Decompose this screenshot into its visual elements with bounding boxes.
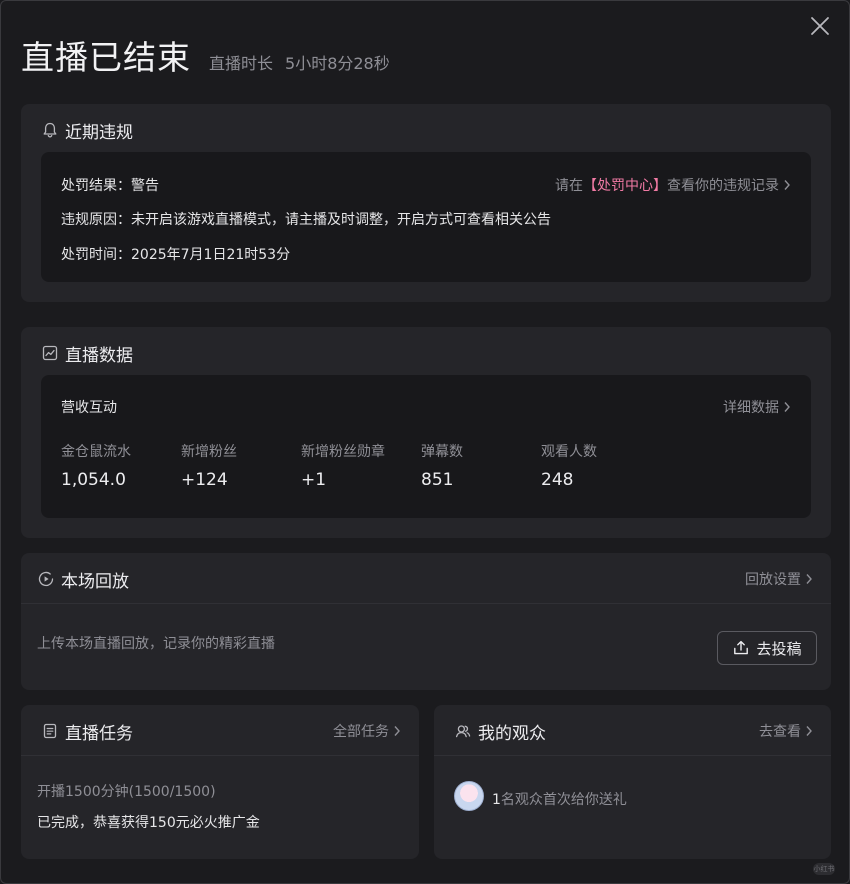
gift-count: 1 xyxy=(492,792,501,808)
all-tasks-text: 全部任务 xyxy=(333,724,389,740)
detail-data-link[interactable]: 详细数据 xyxy=(723,397,791,417)
revenue-box: 营收互动 详细数据 金仓鼠流水 1,054.0 新增粉丝 +124 新增粉丝勋章… xyxy=(41,375,811,518)
close-icon xyxy=(811,17,829,35)
audience-header: 我的观众 xyxy=(454,719,546,744)
task-name: 开播1500分钟(1500/1500) xyxy=(37,784,216,800)
divider xyxy=(21,755,419,756)
dialog-header: 直播已结束 直播时长 5小时8分28秒 xyxy=(21,31,390,81)
stat-value-fan-medals: +1 xyxy=(301,470,327,490)
stat-value-new-fans: +124 xyxy=(181,470,228,490)
stat-value-danmaku: 851 xyxy=(421,470,454,490)
replay-settings-link[interactable]: 回放设置 xyxy=(745,567,813,591)
gift-notice: 1名观众首次给你送礼 xyxy=(492,789,627,809)
audience-card: 我的观众 去查看 1名观众首次给你送礼 xyxy=(434,705,831,859)
duration-value: 5小时8分28秒 xyxy=(285,54,390,73)
tasks-card: 直播任务 全部任务 开播1500分钟(1500/1500) 已完成，恭喜获得15… xyxy=(21,705,419,859)
live-data-title: 直播数据 xyxy=(65,345,133,366)
tasks-header: 直播任务 xyxy=(41,719,133,744)
view-audience-text: 去查看 xyxy=(759,724,801,740)
stat-label-revenue: 金仓鼠流水 xyxy=(61,444,131,460)
link-prefix: 请在 xyxy=(555,178,583,194)
live-ended-dialog: 直播已结束 直播时长 5小时8分28秒 近期违规 处罚结果：警告 请在 【处罚中… xyxy=(0,0,850,884)
avatar[interactable] xyxy=(454,781,484,811)
stat-value-revenue: 1,054.0 xyxy=(61,470,126,490)
audience-title: 我的观众 xyxy=(478,723,546,744)
chevron-right-icon xyxy=(805,725,813,737)
penalty-center-text: 【处罚中心】 xyxy=(583,178,667,194)
upload-icon xyxy=(734,640,749,655)
watermark: 小红书 xyxy=(813,863,835,875)
divider xyxy=(21,603,831,604)
page-title: 直播已结束 xyxy=(21,38,191,77)
stat-label-viewers: 观看人数 xyxy=(541,444,597,460)
play-circle-icon xyxy=(37,570,55,588)
chart-icon xyxy=(41,344,59,362)
users-icon xyxy=(454,722,472,740)
bell-icon xyxy=(41,121,59,139)
replay-description: 上传本场直播回放，记录你的精彩直播 xyxy=(37,636,275,652)
stat-label-new-fans: 新增粉丝 xyxy=(181,444,237,460)
duration-label: 直播时长 xyxy=(209,54,274,73)
penalty-time: 处罚时间：2025年7月1日21时53分 xyxy=(61,247,291,263)
live-data-card: 直播数据 营收互动 详细数据 金仓鼠流水 1,054.0 新增粉丝 +124 新… xyxy=(21,327,831,538)
detail-data-text: 详细数据 xyxy=(723,400,779,416)
replay-header: 本场回放 xyxy=(37,567,129,592)
live-data-header: 直播数据 xyxy=(41,341,133,366)
stat-value-viewers: 248 xyxy=(541,470,574,490)
violation-reason: 违规原因：未开启该游戏直播模式，请主播及时调整，开启方式可查看相关公告 xyxy=(61,212,551,228)
replay-card: 本场回放 回放设置 上传本场直播回放，记录你的精彩直播 去投稿 xyxy=(21,553,831,690)
task-result: 已完成，恭喜获得150元必火推广金 xyxy=(37,815,260,831)
view-audience-link[interactable]: 去查看 xyxy=(759,719,813,743)
stat-label-fan-medals: 新增粉丝勋章 xyxy=(301,444,385,460)
penalty-center-link[interactable]: 请在 【处罚中心】 查看你的违规记录 xyxy=(555,175,791,195)
document-icon xyxy=(41,722,59,740)
chevron-right-icon xyxy=(393,725,401,737)
chevron-right-icon xyxy=(805,573,813,585)
replay-settings-text: 回放设置 xyxy=(745,572,801,588)
chevron-right-icon xyxy=(783,179,791,191)
upload-replay-button[interactable]: 去投稿 xyxy=(717,631,817,665)
violation-header: 近期违规 xyxy=(41,118,133,143)
replay-title: 本场回放 xyxy=(61,571,129,592)
upload-button-label: 去投稿 xyxy=(756,639,802,658)
all-tasks-link[interactable]: 全部任务 xyxy=(333,719,401,743)
close-button[interactable] xyxy=(809,15,831,37)
tasks-title: 直播任务 xyxy=(65,723,133,744)
chevron-right-icon xyxy=(783,401,791,413)
divider xyxy=(434,755,831,756)
stat-label-danmaku: 弹幕数 xyxy=(421,444,463,460)
penalty-result: 处罚结果：警告 xyxy=(61,178,159,194)
violation-card: 近期违规 处罚结果：警告 请在 【处罚中心】 查看你的违规记录 违规原因：未开启… xyxy=(21,104,831,302)
violation-detail-box: 处罚结果：警告 请在 【处罚中心】 查看你的违规记录 违规原因：未开启该游戏直播… xyxy=(41,152,811,282)
link-suffix: 查看你的违规记录 xyxy=(667,178,779,194)
gift-text: 名观众首次给你送礼 xyxy=(500,792,627,808)
violation-title: 近期违规 xyxy=(65,122,133,143)
revenue-subtitle: 营收互动 xyxy=(61,400,117,416)
